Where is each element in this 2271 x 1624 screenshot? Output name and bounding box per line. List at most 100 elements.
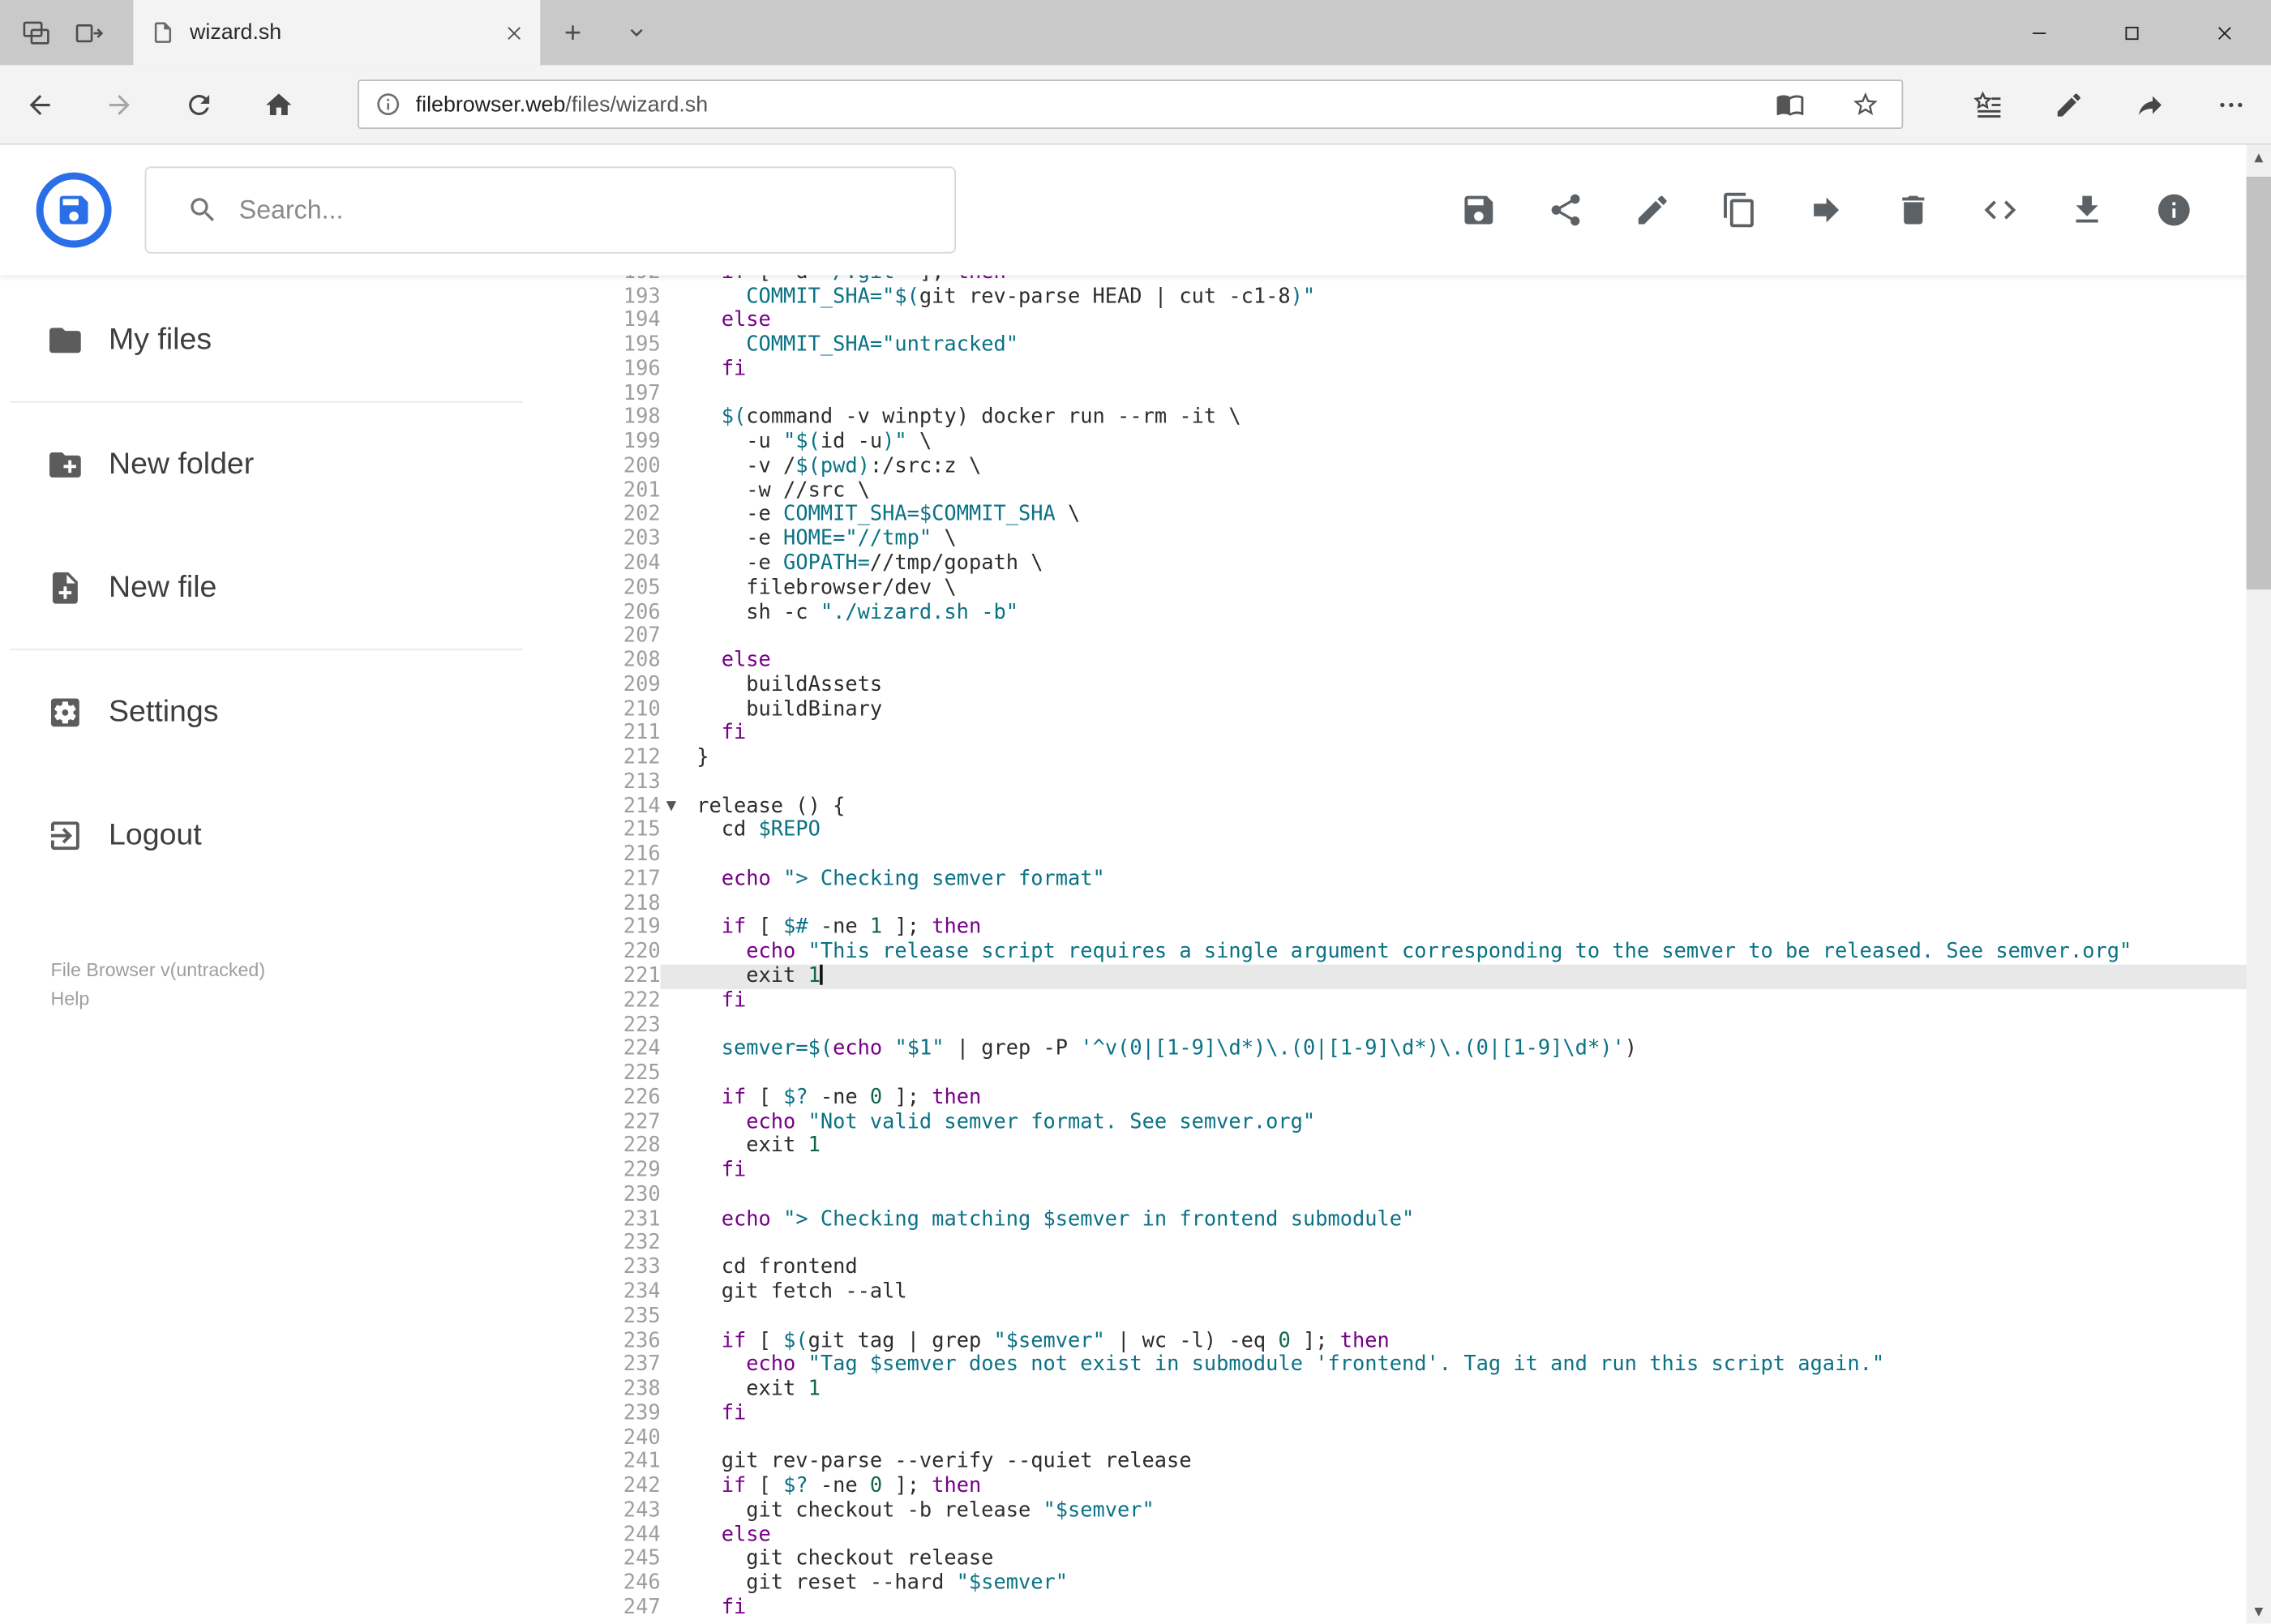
- code-line-224[interactable]: 224 semver=$(echo "$1" | grep -P '^v(0|[…: [593, 1038, 2246, 1062]
- share-file-button[interactable]: [1547, 191, 1584, 229]
- code-line-245[interactable]: 245 git checkout release: [593, 1548, 2246, 1572]
- code-line-201[interactable]: 201 -w //src \: [593, 479, 2246, 503]
- code-line-218[interactable]: 218: [593, 892, 2246, 916]
- code-view-button[interactable]: [1982, 191, 2019, 229]
- code-line-228[interactable]: 228 exit 1: [593, 1134, 2246, 1159]
- code-line-232[interactable]: 232: [593, 1232, 2246, 1256]
- code-line-231[interactable]: 231 echo "> Checking matching $semver in…: [593, 1207, 2246, 1232]
- code-line-202[interactable]: 202 -e COMMIT_SHA=$COMMIT_SHA \: [593, 503, 2246, 528]
- code-line-229[interactable]: 229 fi: [593, 1159, 2246, 1183]
- info-button[interactable]: [2155, 191, 2192, 229]
- code-line-197[interactable]: 197: [593, 382, 2246, 406]
- search-box[interactable]: [144, 166, 956, 254]
- code-line-199[interactable]: 199 -u "$(id -u)" \: [593, 431, 2246, 455]
- tab-list-chevron-button[interactable]: [615, 0, 656, 65]
- code-line-193[interactable]: 193 COMMIT_SHA="$(git rev-parse HEAD | c…: [593, 285, 2246, 309]
- code-line-220[interactable]: 220 echo "This release script requires a…: [593, 941, 2246, 965]
- refresh-button[interactable]: [159, 64, 238, 144]
- rename-button[interactable]: [1634, 191, 1671, 229]
- code-line-192[interactable]: 192 if [ -d "/.git" ]; then: [593, 275, 2246, 285]
- code-line-237[interactable]: 237 echo "Tag $semver does not exist in …: [593, 1353, 2246, 1378]
- home-button[interactable]: [239, 64, 319, 144]
- code-line-211[interactable]: 211 fi: [593, 722, 2246, 746]
- code-line-242[interactable]: 242 if [ $? -ne 0 ]; then: [593, 1475, 2246, 1499]
- code-line-230[interactable]: 230: [593, 1183, 2246, 1207]
- help-link[interactable]: Help: [51, 985, 266, 1014]
- code-line-227[interactable]: 227 echo "Not valid semver format. See s…: [593, 1110, 2246, 1134]
- code-line-200[interactable]: 200 -v /$(pwd):/src:z \: [593, 455, 2246, 479]
- share-button[interactable]: [2109, 64, 2190, 144]
- scrollbar-thumb[interactable]: [2246, 176, 2271, 590]
- forward-button[interactable]: [79, 64, 159, 144]
- code-line-198[interactable]: 198 $(command -v winpty) docker run --rm…: [593, 406, 2246, 431]
- code-line-241[interactable]: 241 git rev-parse --verify --quiet relea…: [593, 1450, 2246, 1475]
- code-line-205[interactable]: 205 filebrowser/dev \: [593, 576, 2246, 601]
- code-line-219[interactable]: 219 if [ $# -ne 1 ]; then: [593, 916, 2246, 941]
- code-line-236[interactable]: 236 if [ $(git tag | grep "$semver" | wc…: [593, 1329, 2246, 1353]
- code-line-244[interactable]: 244 else: [593, 1523, 2246, 1548]
- page-scrollbar[interactable]: ▲ ▼: [2246, 144, 2271, 1624]
- sidebar-item-logout[interactable]: Logout: [0, 773, 593, 897]
- code-line-210[interactable]: 210 buildBinary: [593, 697, 2246, 722]
- favorite-star-icon[interactable]: [1851, 90, 1880, 119]
- code-line-239[interactable]: 239 fi: [593, 1402, 2246, 1426]
- back-button[interactable]: [0, 64, 79, 144]
- sidebar-item-my-files[interactable]: My files: [0, 278, 593, 401]
- code-line-238[interactable]: 238 exit 1: [593, 1378, 2246, 1402]
- filebrowser-logo[interactable]: [36, 172, 112, 248]
- code-line-194[interactable]: 194 else: [593, 309, 2246, 333]
- code-line-221[interactable]: 221 exit 1: [593, 964, 2247, 989]
- hub-favorites-button[interactable]: [1947, 64, 2028, 144]
- code-line-235[interactable]: 235: [593, 1305, 2246, 1329]
- code-line-246[interactable]: 246 git reset --hard "$semver": [593, 1571, 2246, 1596]
- code-line-195[interactable]: 195 COMMIT_SHA="untracked": [593, 333, 2246, 358]
- scroll-down-arrow-icon[interactable]: ▼: [2247, 1600, 2271, 1624]
- new-tab-button[interactable]: [552, 0, 593, 65]
- code-line-240[interactable]: 240: [593, 1426, 2246, 1450]
- more-options-button[interactable]: [2190, 64, 2271, 144]
- reading-view-icon[interactable]: [1776, 90, 1805, 119]
- code-line-207[interactable]: 207: [593, 624, 2246, 649]
- code-line-226[interactable]: 226 if [ $? -ne 0 ]; then: [593, 1086, 2246, 1110]
- code-line-225[interactable]: 225: [593, 1062, 2246, 1086]
- code-line-234[interactable]: 234 git fetch --all: [593, 1280, 2246, 1305]
- code-line-206[interactable]: 206 sh -c "./wizard.sh -b": [593, 601, 2246, 625]
- code-line-213[interactable]: 213: [593, 770, 2246, 795]
- code-line-233[interactable]: 233 cd frontend: [593, 1256, 2246, 1280]
- code-line-247[interactable]: 247 fi: [593, 1596, 2246, 1620]
- window-maximize-button[interactable]: [2085, 0, 2178, 65]
- browser-tab[interactable]: wizard.sh: [133, 0, 541, 66]
- code-line-216[interactable]: 216: [593, 843, 2246, 868]
- code-line-243[interactable]: 243 git checkout -b release "$semver": [593, 1499, 2246, 1523]
- code-line-208[interactable]: 208 else: [593, 649, 2246, 673]
- window-minimize-button[interactable]: [1993, 0, 2085, 65]
- code-line-223[interactable]: 223: [593, 1013, 2246, 1038]
- code-line-204[interactable]: 204 -e GOPATH=//tmp/gopath \: [593, 552, 2246, 576]
- code-line-215[interactable]: 215 cd $REPO: [593, 819, 2246, 843]
- code-line-209[interactable]: 209 buildAssets: [593, 673, 2246, 697]
- sidebar-item-new-file[interactable]: New file: [0, 525, 593, 649]
- site-info-icon[interactable]: [375, 92, 401, 118]
- tab-preview-icon[interactable]: [20, 17, 52, 49]
- code-line-214[interactable]: 214 ▼ release () {: [593, 795, 2246, 819]
- sidebar-item-settings[interactable]: Settings: [0, 650, 593, 773]
- sidebar-item-new-folder[interactable]: New folder: [0, 403, 593, 526]
- code-editor[interactable]: 192 if [ -d "/.git" ]; then193 COMMIT_SH…: [593, 275, 2247, 1624]
- code-line-212[interactable]: 212}: [593, 746, 2246, 770]
- code-line-196[interactable]: 196 fi: [593, 358, 2246, 382]
- tab-close-icon[interactable]: [505, 24, 522, 41]
- scroll-up-arrow-icon[interactable]: ▲: [2247, 145, 2271, 169]
- code-line-217[interactable]: 217 echo "> Checking semver format": [593, 868, 2246, 892]
- address-bar[interactable]: filebrowser.web/files/wizard.sh: [358, 79, 1904, 129]
- code-line-203[interactable]: 203 -e HOME="//tmp" \: [593, 528, 2246, 552]
- delete-button[interactable]: [1895, 191, 1932, 229]
- set-tabs-aside-icon[interactable]: [72, 17, 104, 49]
- download-button[interactable]: [2068, 191, 2106, 229]
- web-notes-button[interactable]: [2028, 64, 2109, 144]
- window-close-button[interactable]: [2179, 0, 2271, 65]
- code-line-222[interactable]: 222 fi: [593, 989, 2246, 1013]
- fold-arrow-icon[interactable]: ▼: [666, 795, 676, 819]
- move-button[interactable]: [1807, 191, 1845, 229]
- search-input[interactable]: [238, 195, 932, 225]
- save-button[interactable]: [1460, 191, 1498, 229]
